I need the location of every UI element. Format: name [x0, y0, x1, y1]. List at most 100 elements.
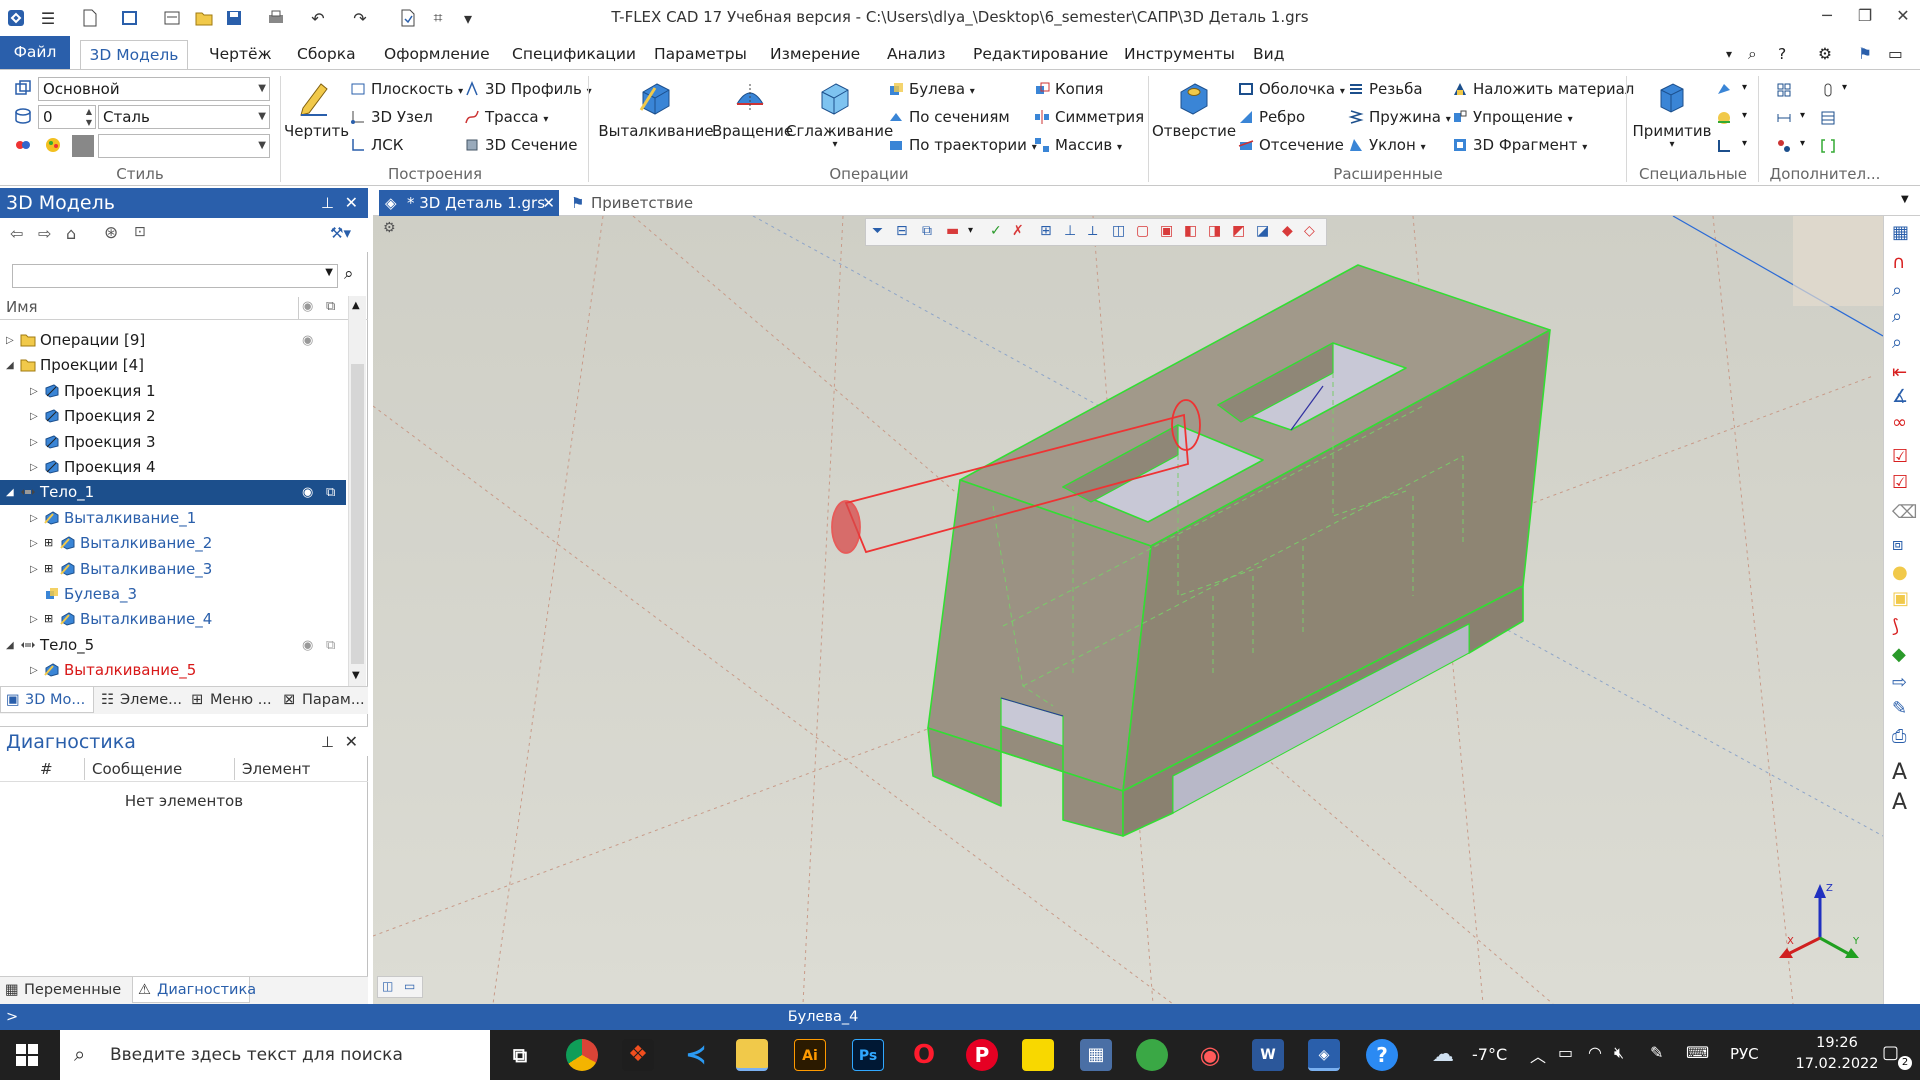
pin-icon[interactable]: ⊥	[321, 188, 334, 218]
column-element[interactable]: Элемент	[242, 760, 310, 778]
tree-item[interactable]: ▷ ⊞ Выталкивание_2	[0, 531, 346, 556]
tflex-taskbar-icon[interactable]: ◈	[1308, 1039, 1340, 1071]
wireframe-icon[interactable]: ◇	[1304, 223, 1315, 239]
tree-expander-icon[interactable]: ▷	[30, 607, 38, 632]
map-app-icon[interactable]	[1136, 1039, 1168, 1071]
viewport-canvas[interactable]: Z X Y	[373, 216, 1883, 1004]
by-sections-button[interactable]: По сечениям	[888, 106, 1010, 128]
green-cube-icon[interactable]: ◆	[1892, 644, 1906, 665]
task-view-icon[interactable]: ⧉	[504, 1039, 536, 1071]
grid-icon[interactable]	[1776, 82, 1792, 98]
tree-expander-icon[interactable]: ▷	[30, 557, 38, 582]
weld-icon[interactable]	[1716, 110, 1732, 126]
settings-gear-icon[interactable]: ⚙	[1810, 40, 1840, 69]
variables-icon[interactable]	[1776, 138, 1792, 154]
viewport-options-icon[interactable]: ⚙	[383, 220, 403, 240]
tab-assembly[interactable]: Сборка	[289, 40, 364, 69]
sheet-icon[interactable]	[1716, 82, 1732, 98]
tree-item[interactable]: ◢ Тело_5 ◉ ⧉	[0, 633, 346, 658]
maximize-button[interactable]: ❐	[1850, 6, 1880, 30]
thread-button[interactable]: Резьба	[1348, 78, 1423, 100]
view-iso-icon[interactable]: ◪	[1256, 223, 1269, 239]
filter-icon[interactable]: ⏷	[872, 223, 883, 239]
visibility-eye-icon[interactable]: ◉	[302, 328, 313, 353]
hole-button[interactable]: Отверстие	[1152, 78, 1236, 140]
split-view-icon[interactable]: ◫	[382, 979, 393, 993]
clock-date[interactable]: 17.02.2022	[1790, 1056, 1884, 1072]
text-a2-icon[interactable]: A	[1892, 790, 1907, 815]
tab-3d-model[interactable]: 3D Модель	[80, 40, 188, 69]
vscode-icon[interactable]: ≺	[680, 1039, 712, 1071]
temperature-text[interactable]: -7°C	[1472, 1045, 1507, 1064]
search-command-icon[interactable]: ⌕	[1740, 40, 1765, 69]
doc-tab-active[interactable]: ◈ * 3D Деталь 1.grs ✕	[379, 190, 559, 216]
array-button[interactable]: Массив ▾	[1034, 134, 1122, 156]
rotate-button[interactable]: Вращение	[712, 78, 793, 140]
visibility-eye-icon[interactable]: ◉	[302, 480, 313, 505]
illustrator-icon[interactable]: Ai	[794, 1039, 826, 1071]
bottom-tab-diagnostics[interactable]: ⚠ Диагностика	[132, 977, 256, 1003]
paint-icon[interactable]: ✎	[1892, 698, 1907, 719]
chevron-down-icon[interactable]: ▾	[1742, 138, 1747, 149]
battery-icon[interactable]: ▭	[1558, 1043, 1573, 1062]
tab-specifications[interactable]: Спецификации	[504, 40, 644, 69]
bracket-icon[interactable]	[1820, 138, 1836, 154]
select-filter-icon[interactable]: ⊟	[896, 223, 908, 239]
clock-time[interactable]: 19:26	[1794, 1035, 1880, 1051]
check-red-icon[interactable]: ☑	[1892, 472, 1908, 493]
glasses-icon[interactable]: ∞	[1892, 412, 1907, 433]
tab-parameters[interactable]: Параметры	[646, 40, 755, 69]
tab-measurement[interactable]: Измерение	[762, 40, 868, 69]
scroll-thumb[interactable]	[351, 364, 364, 664]
back-arrow-icon[interactable]: ⇦	[10, 224, 23, 243]
material-combo[interactable]: Сталь ▼	[98, 105, 270, 129]
cube-view-icon[interactable]: ⧈	[1892, 534, 1903, 555]
clip-icon[interactable]	[1820, 82, 1836, 98]
filter-target-icon[interactable]: ⊛	[104, 223, 118, 243]
tab-tools[interactable]: Инструменты	[1116, 40, 1243, 69]
tab-editing[interactable]: Редактирование	[965, 40, 1116, 69]
tab-drawing[interactable]: Чертёж	[201, 40, 280, 69]
sphere-icon[interactable]: ●	[1892, 562, 1908, 583]
layer-toggle-icon[interactable]: ⧉	[326, 480, 335, 505]
tree-item[interactable]: ▷ Операции [9] ◉	[0, 328, 346, 353]
draw-button[interactable]: Чертить	[284, 78, 349, 140]
grid-view-icon[interactable]: ⊞	[1040, 223, 1052, 239]
tree-item[interactable]: ◢ Тело_1 ◉ ⧉	[0, 480, 346, 506]
tree-scrollbar[interactable]: ▲ ▼	[348, 296, 366, 686]
tools-dropdown-icon[interactable]: ⚒▾	[330, 224, 351, 242]
opera-icon[interactable]: O	[908, 1039, 940, 1071]
layers-column-icon[interactable]: ⧉	[326, 299, 335, 314]
notifications-icon[interactable]: ▢	[1882, 1042, 1899, 1063]
tree-expander-icon[interactable]: ◢	[6, 633, 14, 658]
primitive-button[interactable]: Примитив ▾	[1632, 78, 1712, 150]
column-message[interactable]: Сообщение	[92, 760, 182, 778]
close-icon[interactable]: ✕	[345, 188, 358, 218]
view-left-icon[interactable]: ◧	[1184, 223, 1197, 239]
color-swatch[interactable]	[72, 135, 94, 157]
appearance-icon[interactable]	[44, 136, 62, 154]
scroll-up-icon[interactable]: ▲	[352, 300, 360, 311]
weather-cloud-icon[interactable]: ☁	[1432, 1042, 1454, 1067]
by-path-button[interactable]: По траектории ▾	[888, 134, 1037, 156]
view-front-icon[interactable]: ▢	[1136, 223, 1149, 239]
figma-icon[interactable]: ❖	[622, 1039, 654, 1071]
view-right-icon[interactable]: ◨	[1208, 223, 1221, 239]
chevron-down-icon[interactable]: ▾	[1800, 138, 1805, 149]
tab-view[interactable]: Вид	[1245, 40, 1292, 69]
pen-icon[interactable]: ✎	[1650, 1043, 1663, 1062]
lcs-button[interactable]: ЛСК	[350, 134, 403, 156]
axes-icon[interactable]: ⊥	[1064, 223, 1076, 239]
shading-icon[interactable]: ◆	[1282, 223, 1293, 239]
color-filter-icon[interactable]: ▬	[946, 223, 959, 239]
3d-node-button[interactable]: 3D Узел	[350, 106, 433, 128]
tree-expander-icon[interactable]: ▷	[30, 404, 38, 429]
3d-fragment-button[interactable]: 3D Фрагмент ▾	[1452, 134, 1587, 156]
3d-section-button[interactable]: 3D Сечение	[464, 134, 577, 156]
uncheck-filter-icon[interactable]: ✗	[1012, 223, 1024, 239]
table-icon[interactable]	[1820, 110, 1836, 126]
language-indicator[interactable]: РУС	[1730, 1045, 1759, 1063]
chevron-down-icon[interactable]: ▾	[1800, 110, 1805, 121]
shell-button[interactable]: Оболочка ▾	[1238, 78, 1345, 100]
single-view-icon[interactable]: ▭	[404, 979, 415, 993]
